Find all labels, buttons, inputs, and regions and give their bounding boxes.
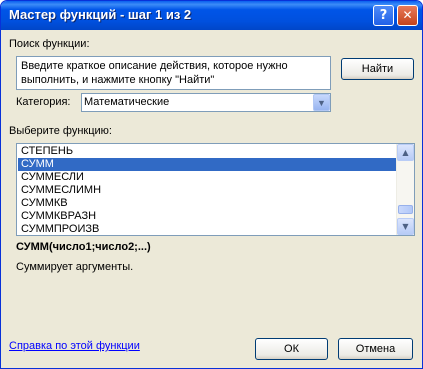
category-label: Категория: [16, 96, 71, 108]
list-item[interactable]: СУММКВ [18, 197, 397, 210]
window-title: Мастер функций - шаг 1 из 2 [9, 7, 192, 22]
close-icon: ✕ [402, 8, 413, 22]
help-button[interactable]: ? [373, 5, 394, 26]
close-button[interactable]: ✕ [397, 5, 418, 26]
function-list[interactable]: СТЕПЕНЬ СУММ СУММЕСЛИ СУММЕСЛИМН СУММКВ … [16, 143, 415, 236]
list-item[interactable]: СУММЕСЛИ [18, 171, 397, 184]
search-label: Поиск функции: [9, 38, 90, 50]
category-select[interactable]: Математические ▼ [81, 93, 331, 112]
function-signature: СУММ(число1;число2;...) [16, 241, 151, 253]
list-item[interactable]: СУММЕСЛИМН [18, 184, 397, 197]
search-input[interactable]: Введите краткое описание действия, котор… [16, 56, 331, 90]
title-bar[interactable]: Мастер функций - шаг 1 из 2 ? ✕ [1, 1, 422, 30]
category-selected-value: Математические [84, 96, 170, 108]
help-icon: ? [379, 8, 388, 23]
list-item-selected[interactable]: СУММ [18, 158, 397, 171]
cancel-button[interactable]: Отмена [338, 338, 413, 360]
scroll-up-icon[interactable]: ▲ [397, 144, 414, 161]
help-link[interactable]: Справка по этой функции [9, 340, 140, 352]
function-list-label: Выберите функцию: [9, 125, 112, 137]
ok-button[interactable]: ОК [255, 338, 328, 360]
function-list-scrollbar[interactable]: ▲ ▼ [396, 144, 414, 235]
list-item[interactable]: СУММКВРАЗН [18, 210, 397, 223]
scroll-thumb[interactable] [398, 205, 413, 214]
scroll-down-icon[interactable]: ▼ [397, 218, 414, 235]
list-item[interactable]: СУММПРОИЗВ [18, 223, 397, 235]
function-description: Суммирует аргументы. [16, 261, 134, 273]
function-wizard-dialog: Мастер функций - шаг 1 из 2 ? ✕ Поиск фу… [0, 0, 423, 369]
chevron-down-icon[interactable]: ▼ [313, 94, 330, 111]
list-item[interactable]: СТЕПЕНЬ [18, 145, 397, 158]
find-button[interactable]: Найти [341, 58, 414, 80]
